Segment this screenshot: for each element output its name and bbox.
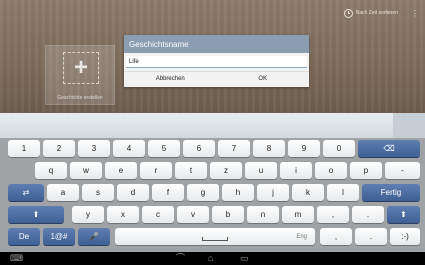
space-hint: Eng <box>296 233 307 240</box>
on-screen-keyboard: 1 2 3 4 5 6 7 8 9 0 ⌫ q w e r t z u i o … <box>0 138 425 252</box>
key-f[interactable]: f <box>152 184 184 201</box>
bottom-comma-key[interactable]: , <box>320 228 352 245</box>
key-dash[interactable]: - <box>385 162 420 179</box>
key-v[interactable]: v <box>177 206 209 223</box>
sort-control[interactable]: Nach Zeit sortieren ⋮ <box>343 6 419 20</box>
dialog-title: Geschichtsname <box>124 35 309 53</box>
key-e[interactable]: e <box>105 162 137 179</box>
add-icon: + <box>63 52 99 84</box>
cancel-button[interactable]: Abbrechen <box>124 72 217 85</box>
key-h[interactable]: h <box>222 184 254 201</box>
key-t[interactable]: t <box>175 162 207 179</box>
key-p[interactable]: p <box>350 162 382 179</box>
backspace-key[interactable]: ⌫ <box>358 140 420 157</box>
space-icon <box>202 236 228 241</box>
microphone-icon[interactable]: 🎤 <box>78 228 110 245</box>
clock-icon <box>343 8 353 18</box>
emoji-key[interactable]: :-) <box>390 228 420 245</box>
key-d[interactable]: d <box>117 184 149 201</box>
create-story-tile[interactable]: + Geschichte erstellen <box>45 45 115 105</box>
key-x[interactable]: x <box>107 206 139 223</box>
key-comma[interactable]: , <box>317 206 349 223</box>
story-name-input[interactable]: Life <box>126 56 307 68</box>
key-s[interactable]: s <box>82 184 114 201</box>
key-y[interactable]: y <box>72 206 104 223</box>
key-n[interactable]: n <box>247 206 279 223</box>
key-a[interactable]: a <box>47 184 79 201</box>
ok-button[interactable]: OK <box>217 72 310 85</box>
key-3[interactable]: 3 <box>78 140 110 157</box>
keyboard-toggle-icon[interactable]: ⌨ <box>10 253 23 264</box>
key-c[interactable]: c <box>142 206 174 223</box>
key-g[interactable]: g <box>187 184 219 201</box>
key-i[interactable]: i <box>280 162 312 179</box>
key-7[interactable]: 7 <box>218 140 250 157</box>
key-period[interactable]: . <box>352 206 384 223</box>
key-r[interactable]: r <box>140 162 172 179</box>
create-story-caption: Geschichte erstellen <box>57 95 103 101</box>
tab-key[interactable]: ⇄ <box>8 184 44 201</box>
space-bar[interactable]: Eng <box>115 228 315 245</box>
key-o[interactable]: o <box>315 162 347 179</box>
key-z[interactable]: z <box>210 162 242 179</box>
shift-key-left[interactable]: ⬆ <box>8 206 64 223</box>
key-6[interactable]: 6 <box>183 140 215 157</box>
home-icon[interactable]: ⌂ <box>208 253 213 264</box>
key-u[interactable]: u <box>245 162 277 179</box>
key-b[interactable]: b <box>212 206 244 223</box>
language-key[interactable]: De <box>8 228 40 245</box>
done-key[interactable]: Fertig <box>362 184 420 201</box>
shift-key-right[interactable]: ⬆ <box>387 206 420 223</box>
key-4[interactable]: 4 <box>113 140 145 157</box>
key-k[interactable]: k <box>292 184 324 201</box>
key-0[interactable]: 0 <box>323 140 355 157</box>
key-q[interactable]: q <box>35 162 67 179</box>
keyboard-top-panel <box>0 113 425 138</box>
key-2[interactable]: 2 <box>43 140 75 157</box>
recent-apps-icon[interactable]: ▭ <box>240 253 249 264</box>
key-m[interactable]: m <box>282 206 314 223</box>
system-navigation-bar: ⌨ ⌒ ⌂ ▭ <box>0 252 425 265</box>
key-j[interactable]: j <box>257 184 289 201</box>
key-9[interactable]: 9 <box>288 140 320 157</box>
key-w[interactable]: w <box>70 162 102 179</box>
bottom-period-key[interactable]: . <box>355 228 387 245</box>
symbols-key[interactable]: 1@# <box>43 228 75 245</box>
sort-label: Nach Zeit sortieren <box>355 10 398 16</box>
key-8[interactable]: 8 <box>253 140 285 157</box>
more-options-icon[interactable]: ⋮ <box>411 9 419 18</box>
key-1[interactable]: 1 <box>8 140 40 157</box>
key-l[interactable]: l <box>327 184 359 201</box>
story-name-dialog: Geschichtsname Life Abbrechen OK <box>124 35 309 87</box>
key-5[interactable]: 5 <box>148 140 180 157</box>
back-icon[interactable]: ⌒ <box>176 253 185 264</box>
